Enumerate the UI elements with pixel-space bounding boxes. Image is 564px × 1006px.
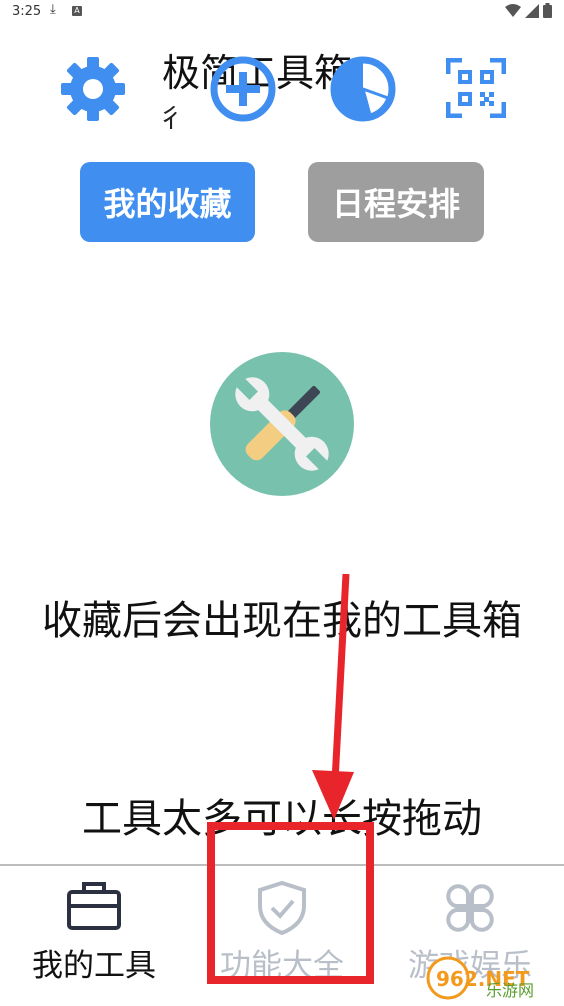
empty-message: 收藏后会出现在我的工具箱 [42, 598, 522, 644]
pie-chart-icon[interactable] [328, 54, 398, 124]
signal-icon [525, 3, 539, 18]
nav-label-my-tools: 我的工具 [32, 948, 156, 984]
tab-favorites[interactable]: 我的收藏 [80, 162, 255, 242]
watermark-logo: 962.NET 乐游网 [424, 950, 560, 1000]
status-time: 3:25 [12, 4, 42, 19]
annotation-overlay [207, 573, 374, 984]
app-subtitle: 彳 [158, 104, 178, 134]
add-circle-icon[interactable] [208, 54, 278, 124]
clover-icon [446, 884, 494, 932]
nav-item-my-tools[interactable]: 我的工具 [0, 866, 188, 1006]
battery-icon [543, 3, 552, 18]
qr-code-icon[interactable] [446, 58, 506, 118]
shield-check-icon [258, 880, 306, 936]
a-icon: A [72, 6, 82, 16]
download-icon: ⤓ [50, 2, 56, 17]
tools-icon [210, 352, 354, 496]
toolbox-icon [67, 882, 121, 930]
drag-hint: 工具太多可以长按拖动 [82, 796, 482, 842]
nav-label-all-features: 功能大全 [220, 948, 344, 984]
gear-icon[interactable] [60, 56, 126, 122]
nav-item-all-features[interactable]: 功能大全 [188, 866, 376, 1006]
watermark-sub: 乐游网 [486, 981, 534, 1000]
status-icons [505, 3, 552, 18]
wifi-icon [505, 3, 521, 17]
tab-schedule[interactable]: 日程安排 [308, 162, 484, 242]
status-bar: 3:25 ⤓ A [0, 0, 564, 24]
